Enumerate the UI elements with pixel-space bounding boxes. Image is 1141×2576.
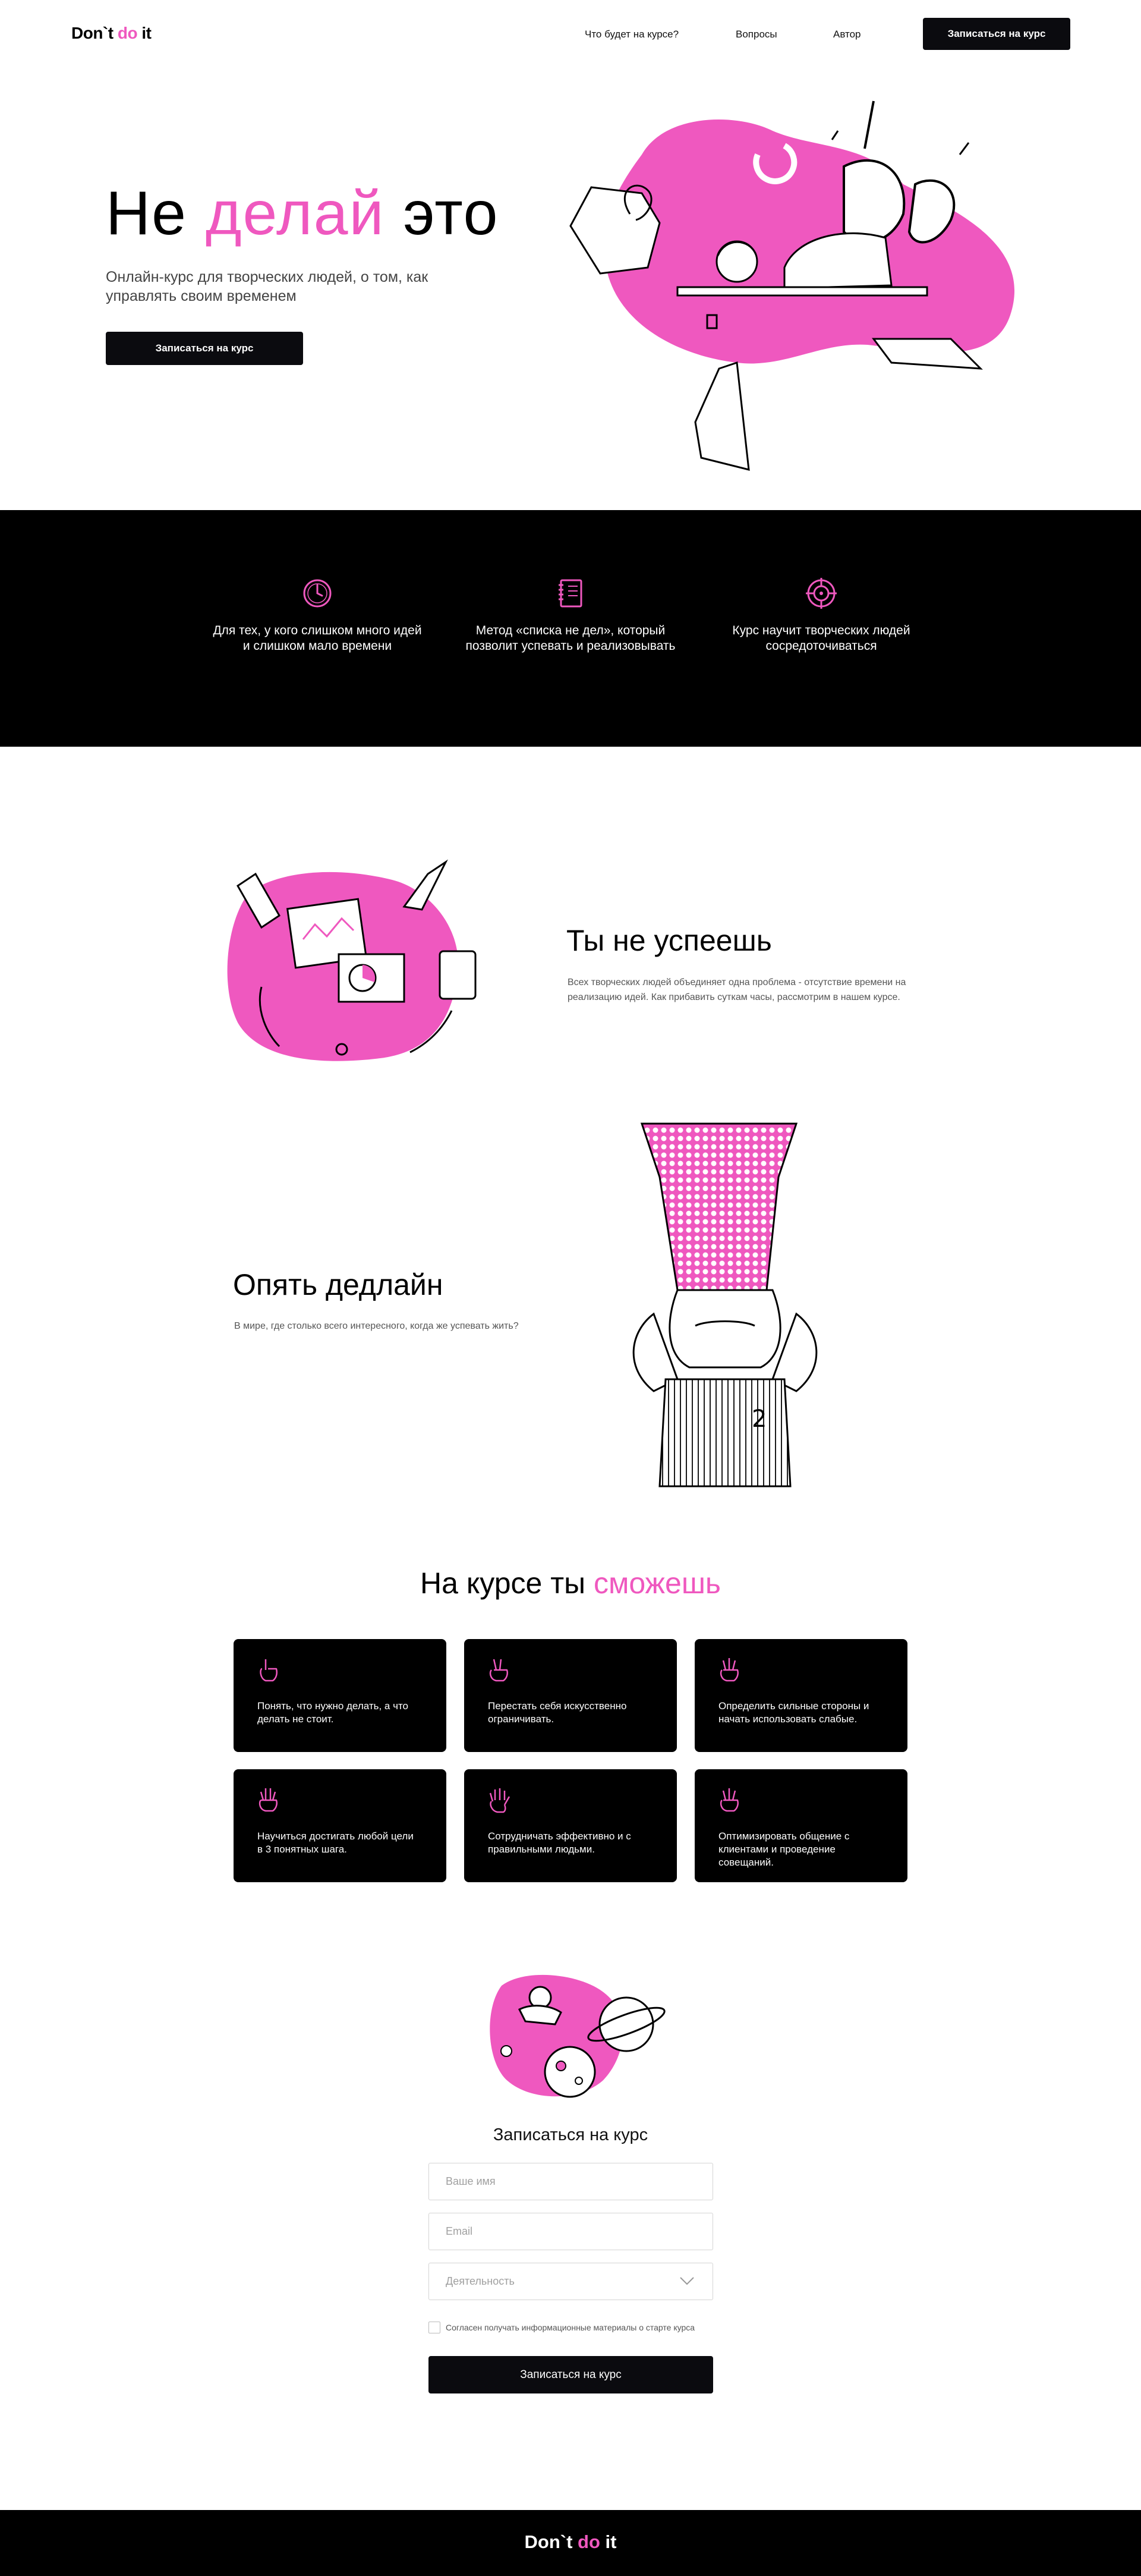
- skill-text: Оптимизировать общение с клиентами и про…: [718, 1830, 850, 1868]
- feature-text: Метод «списка не дел», который позволит …: [465, 624, 676, 653]
- feature-text: Курс научит творческих людей сосредоточи…: [732, 624, 910, 653]
- skill-card: Сотрудничать эффективно и с правильными …: [464, 1769, 677, 1882]
- skill-text: Определить сильные стороны и начать испо…: [718, 1700, 869, 1725]
- three-fingers-hand-icon: [720, 1788, 739, 1812]
- skill-card: Перестать себя искусственно ограничивать…: [464, 1639, 677, 1752]
- feature-item: Для тех, у кого слишком много идей и сли…: [210, 578, 424, 654]
- feature-item: Курс научит творческих людей сосредоточи…: [714, 578, 928, 654]
- skills-title: На курсе ты сможешь: [0, 1566, 1141, 1600]
- form-submit-button[interactable]: Записаться на курс: [428, 2356, 713, 2393]
- header-signup-button[interactable]: Записаться на курс: [923, 18, 1070, 50]
- skill-card: Научиться достигать любой цели в 3 понят…: [234, 1769, 446, 1882]
- skill-text: Научиться достигать любой цели в 3 понят…: [257, 1830, 414, 1855]
- hero-title: Не делай это: [106, 178, 499, 249]
- hero-subtitle: Онлайн-курс для творческих людей, о том,…: [106, 269, 428, 304]
- skill-text: Сотрудничать эффективно и с правильными …: [488, 1830, 631, 1855]
- nav-link-author[interactable]: Автор: [833, 29, 861, 40]
- hero-signup-button[interactable]: Записаться на курс: [106, 332, 303, 365]
- form-title: Записаться на курс: [493, 2125, 648, 2144]
- footer-logo-part-2: do: [578, 2531, 600, 2552]
- logo-part-1: Don`t: [71, 24, 118, 42]
- chevron-down-icon: [680, 2277, 694, 2285]
- footer-logo-part-1: Don`t: [524, 2531, 578, 2552]
- svg-text:2: 2: [752, 1405, 767, 1433]
- section-title: Опять дедлайн: [233, 1268, 443, 1301]
- section-title: Ты не успеешь: [566, 924, 772, 957]
- notebook-icon: [559, 579, 582, 608]
- activity-select[interactable]: Деятельность: [428, 2263, 713, 2300]
- one-finger-hand-icon: [260, 1659, 278, 1682]
- nav-link-course[interactable]: Что будет на курсе?: [585, 29, 679, 40]
- two-fingers-hand-icon: [489, 1659, 508, 1682]
- nav-link-questions[interactable]: Вопросы: [736, 29, 777, 40]
- footer-logo[interactable]: Don`t do it: [0, 2531, 1141, 2553]
- target-icon: [806, 578, 837, 609]
- skill-text: Понять, что нужно делать, а что делать н…: [257, 1700, 408, 1725]
- name-field[interactable]: Ваше имя: [428, 2163, 713, 2200]
- four-fingers-hand-icon: [259, 1788, 278, 1812]
- section-text: В мире, где столько всего интересного, к…: [234, 1321, 519, 1331]
- consent-label: Согласен получать информационные материа…: [446, 2323, 695, 2332]
- skill-card: Определить сильные стороны и начать испо…: [695, 1639, 907, 1752]
- desk-illustration: [227, 859, 477, 1061]
- three-fingers-hand-icon: [720, 1658, 739, 1682]
- skills-title-part-1: На курсе ты: [420, 1567, 594, 1600]
- hero-title-accent: делай: [205, 179, 385, 248]
- hero-title-word-1: Не: [106, 179, 206, 248]
- feature-item: Метод «списка не дел», который позволит …: [464, 578, 677, 654]
- email-field[interactable]: Email: [428, 2213, 713, 2250]
- space-illustration: [490, 1974, 666, 2098]
- activity-select-value: Деятельность: [446, 2275, 515, 2287]
- skill-card: Оптимизировать общение с клиентами и про…: [695, 1769, 907, 1882]
- deadline-illustration: 2: [632, 1122, 818, 1487]
- logo-part-3: it: [137, 24, 152, 42]
- hero-title-word-3: это: [384, 179, 499, 248]
- hero-illustration: [569, 100, 1015, 471]
- skills-title-accent: сможешь: [593, 1567, 721, 1600]
- skill-text: Перестать себя искусственно ограничивать…: [488, 1700, 627, 1725]
- section-text: Всех творческих людей объединяет одна пр…: [568, 977, 906, 1002]
- skill-card: Понять, что нужно делать, а что делать н…: [234, 1639, 446, 1752]
- clock-icon: [303, 579, 332, 608]
- consent-checkbox[interactable]: [428, 2322, 440, 2333]
- footer-logo-part-3: it: [600, 2531, 617, 2552]
- logo-part-2: do: [117, 24, 138, 42]
- feature-text: Для тех, у кого слишком много идей и сли…: [213, 624, 422, 653]
- header-logo[interactable]: Don`t do it: [71, 24, 152, 43]
- open-palm-icon: [489, 1788, 510, 1813]
